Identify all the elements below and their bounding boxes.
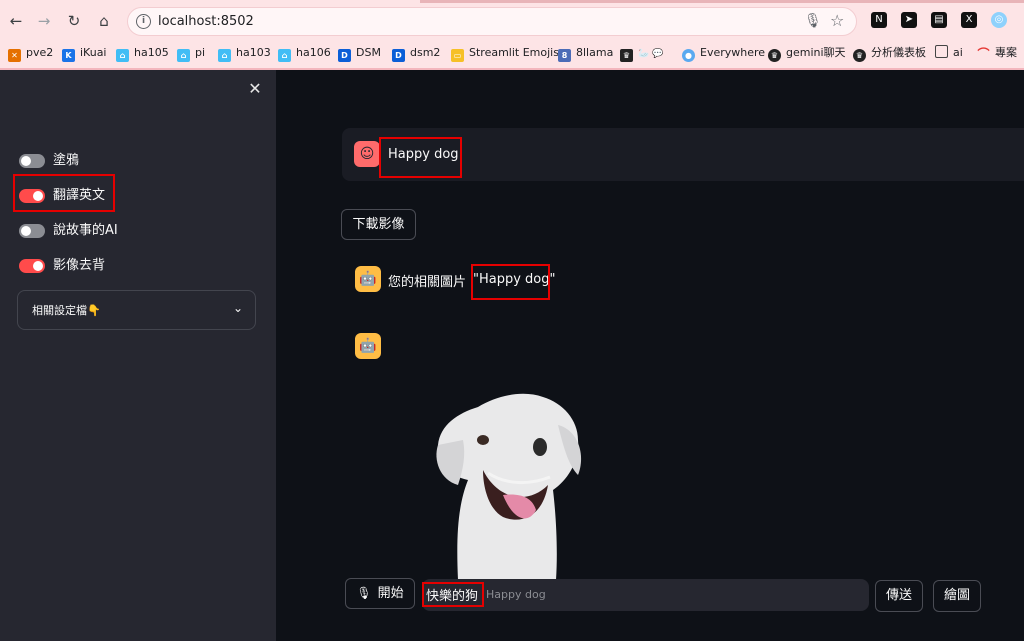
- bookmark-streamlit-emojis[interactable]: ▭ Streamlit Emojis: [451, 44, 559, 62]
- bot-message-text: 您的相關圖片: [388, 275, 467, 290]
- home-assistant-icon: ⌂: [218, 49, 231, 62]
- bookmark-project[interactable]: ⌒ 專案: [977, 44, 1017, 62]
- user-avatar-icon: ☺: [354, 141, 380, 167]
- bot-avatar-icon: 🤖: [355, 266, 381, 292]
- home-assistant-icon: ⌂: [116, 49, 129, 62]
- bookmark-unnamed[interactable]: ♛ 🦢 💬: [620, 44, 663, 62]
- bookmark-everywhere[interactable]: ● Everywhere: [682, 44, 765, 62]
- bookmark-label: ha103: [236, 46, 271, 59]
- folder-icon: ▭: [451, 49, 464, 62]
- bookmark-label: 專案: [995, 46, 1017, 59]
- bookmark-label: ha105: [134, 46, 169, 59]
- microphone-icon: 🎙: [356, 586, 372, 600]
- proxmox-icon: ✕: [8, 49, 21, 62]
- toggle-knob: [21, 156, 31, 166]
- tab-strip-line: [0, 0, 1024, 3]
- bookmark-ha103[interactable]: ⌂ ha103: [218, 44, 271, 62]
- arc-icon: ⌒: [977, 47, 990, 61]
- reload-icon[interactable]: ↻: [63, 10, 85, 32]
- expander-label: 相關設定檔👇: [32, 304, 101, 317]
- url-text: localhost:8502: [158, 14, 254, 29]
- notes-extension-icon[interactable]: ▤: [931, 12, 947, 28]
- crown-icon: ♛: [768, 49, 781, 62]
- home-icon[interactable]: ⌂: [93, 10, 115, 32]
- bookmark-star-icon[interactable]: ☆: [830, 11, 844, 30]
- llama-icon: 8: [558, 49, 571, 62]
- toggle-label: 塗鴉: [53, 153, 80, 168]
- back-icon[interactable]: ←: [5, 10, 27, 32]
- highlight-box: [13, 174, 115, 212]
- bookmark-dashboard[interactable]: ♛ 分析儀表板: [853, 44, 926, 62]
- bookmark-gemini[interactable]: ♛ gemini聊天: [768, 44, 846, 62]
- bookmark-ai[interactable]: ai: [935, 44, 963, 62]
- start-button-label: 開始: [377, 586, 404, 601]
- chat-placeholder: Happy dog: [486, 588, 546, 601]
- bookmark-dsm2[interactable]: Ddsm2: [392, 44, 440, 62]
- generated-dog-image: [436, 393, 582, 580]
- bookmark-8llama[interactable]: 8 8llama: [558, 44, 613, 62]
- send-button[interactable]: 傳送: [875, 580, 923, 612]
- address-bar[interactable]: i localhost:8502 🎙 ☆: [127, 7, 857, 36]
- highlight-box: [379, 137, 462, 178]
- bookmark-ha106[interactable]: ⌂ ha106: [278, 44, 331, 62]
- bookmark-label: gemini聊天: [786, 46, 846, 59]
- start-voice-button[interactable]: 🎙 開始: [345, 578, 415, 609]
- bookmark-label: DSM: [356, 46, 381, 59]
- telegram-extension-icon[interactable]: ➤: [901, 12, 917, 28]
- bookmark-pve2[interactable]: ✕ pve2: [8, 44, 53, 62]
- highlight-box: [471, 264, 550, 300]
- bookmark-label: Everywhere: [700, 46, 766, 59]
- crown-icon: ♛: [620, 49, 633, 62]
- home-assistant-icon: ⌂: [278, 49, 291, 62]
- bookmark-ha105[interactable]: ⌂ ha105: [116, 44, 169, 62]
- bookmark-dsm[interactable]: D DSM: [338, 44, 381, 62]
- sidebar: ✕ 塗鴉 翻譯英文 說故事的AI 影像去背 相關設定檔👇 ⌄: [0, 70, 276, 641]
- bookmark-label: ai: [953, 46, 963, 59]
- chat-bubble-icon: ●: [682, 49, 695, 62]
- site-info-icon[interactable]: i: [136, 14, 151, 29]
- bookmark-label: 8llama: [576, 46, 614, 59]
- lens-extension-icon[interactable]: ◎: [991, 12, 1007, 28]
- bookmark-extra-icons: 🦢 💬: [638, 49, 664, 59]
- bookmark-label: iKuai: [80, 46, 107, 59]
- forward-icon[interactable]: →: [33, 10, 55, 32]
- download-image-button[interactable]: 下載影像: [341, 209, 416, 240]
- crown-icon: ♛: [853, 49, 866, 62]
- highlight-box: [422, 582, 484, 607]
- excel-extension-icon[interactable]: X: [961, 12, 977, 28]
- synology-icon: D: [392, 49, 405, 62]
- folder-icon: [935, 45, 948, 58]
- synology-icon: D: [338, 49, 351, 62]
- chat-input[interactable]: 快樂的狗 Happy dog: [422, 579, 869, 611]
- draw-button[interactable]: 繪圖: [933, 580, 981, 612]
- toggle-label: 說故事的AI: [53, 223, 118, 238]
- bookmark-pi[interactable]: ⌂ pi: [177, 44, 205, 62]
- bookmark-label: pi: [195, 46, 206, 59]
- bookmark-ikuai[interactable]: KiKuai: [62, 44, 107, 62]
- ikuai-icon: K: [62, 49, 75, 62]
- close-icon[interactable]: ✕: [247, 80, 263, 98]
- chevron-down-icon: ⌄: [232, 301, 243, 315]
- home-assistant-icon: ⌂: [177, 49, 190, 62]
- bookmark-label: pve2: [26, 46, 54, 59]
- toggle-knob: [33, 261, 43, 271]
- browser-chrome: ← → ↻ ⌂ i localhost:8502 🎙 ☆ N ➤ ▤ X ◎ ✕…: [0, 0, 1024, 70]
- settings-expander[interactable]: 相關設定檔👇 ⌄: [17, 290, 256, 330]
- bookmark-label: ha106: [296, 46, 331, 59]
- bookmark-label: dsm2: [410, 46, 441, 59]
- notion-extension-icon[interactable]: N: [871, 12, 887, 28]
- bookmarks-bar: ✕ pve2 KiKuai ⌂ ha105 ⌂ pi ⌂ ha103 ⌂ ha106 DD…: [0, 42, 1024, 64]
- bot-avatar-icon: 🤖: [355, 333, 381, 359]
- toggle-switch[interactable]: [19, 259, 45, 273]
- toggle-switch[interactable]: [19, 224, 45, 238]
- bookmark-label: Streamlit Emojis: [469, 46, 559, 59]
- toggle-switch[interactable]: [19, 154, 45, 168]
- main-area: ☺ Happy dog 下載影像 🤖 您的相關圖片 "Happy dog" 🤖 …: [276, 70, 1024, 641]
- microphone-icon[interactable]: 🎙: [804, 13, 822, 29]
- toggle-label: 影像去背: [53, 258, 106, 273]
- toggle-knob: [21, 226, 31, 236]
- bookmark-label: 分析儀表板: [871, 46, 926, 59]
